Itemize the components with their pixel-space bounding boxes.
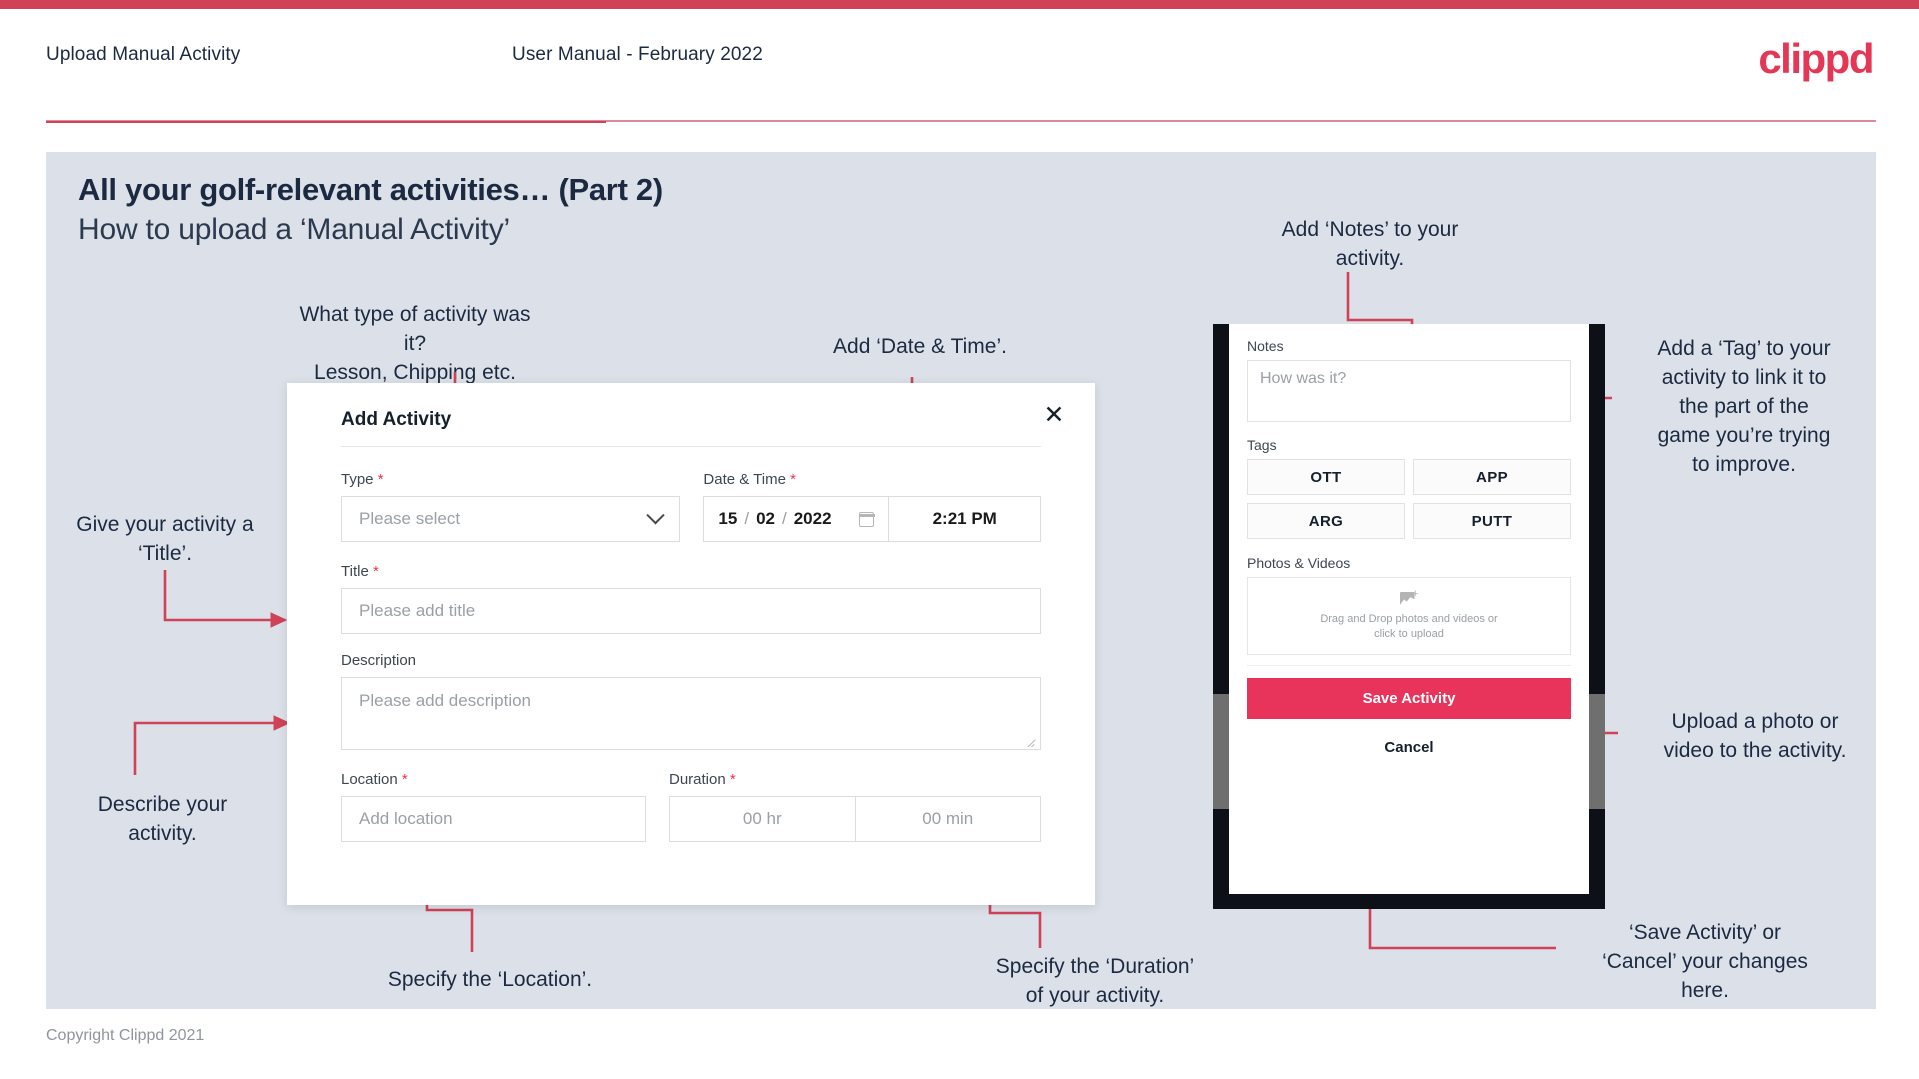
type-label: Type * [341,471,680,488]
calendar-icon[interactable] [858,511,875,527]
type-select[interactable]: Please select [341,496,681,542]
dropzone-line-2: click to upload [1374,627,1444,640]
location-label: Location * [341,771,646,788]
upload-dropzone[interactable]: + Drag and Drop photos and videos or cli… [1247,577,1571,655]
photos-videos-label: Photos & Videos [1247,555,1351,571]
add-activity-dialog: Add Activity ✕ Type * Please select Date… [287,383,1095,905]
description-field-group: Description Please add description [341,652,1041,750]
add-image-icon: + [1399,588,1419,607]
duration-minutes-input[interactable]: 00 min [856,797,1041,841]
date-day: 15 [718,509,738,528]
phone-mockup: Notes How was it? Tags OTT APP ARG PUTT … [1213,324,1605,909]
annotation-save-cancel: ‘Save Activity’ or ‘Cancel’ your changes… [1602,921,1808,1002]
location-placeholder: Add location [359,809,453,828]
phone-screen: Notes How was it? Tags OTT APP ARG PUTT … [1229,324,1589,894]
dropzone-line-1: Drag and Drop photos and videos or [1320,612,1498,625]
datetime-required-marker: * [790,471,796,488]
duration-hours-placeholder: 00 hr [742,809,782,828]
duration-minutes-placeholder: 00 min [922,809,974,828]
dialog-header: Add Activity ✕ [287,383,1095,445]
type-datetime-row: Type * Please select Date & Time * 15 / [341,471,1041,542]
annotation-datetime: Add ‘Date & Time’. [833,335,1007,358]
description-placeholder: Please add description [359,691,532,710]
description-label: Description [341,652,1041,669]
type-field-group: Type * Please select [341,471,681,542]
date-sep-1: / [744,509,750,528]
title-label: Title * [341,563,1041,580]
type-label-text: Type [341,471,374,488]
datetime-label-text: Date & Time [703,471,786,488]
footer-copyright: Copyright Clippd 2021 [46,1027,205,1044]
phone-left-edge [1213,324,1229,909]
location-required-marker: * [401,771,408,788]
annotation-duration: Specify the ‘Duration’ of your activity. [995,955,1195,1007]
duration-field-group: Duration * 00 hr 00 min [669,771,1041,842]
resize-handle-icon[interactable] [1027,737,1037,747]
annotation-upload: Upload a photo or video to the activity. [1663,710,1847,762]
dropzone-text: Drag and Drop photos and videos or click… [1320,612,1497,642]
duration-label: Duration * [669,771,1041,788]
title-placeholder: Please add title [359,601,476,620]
tags-label: Tags [1247,437,1277,453]
date-month: 02 [756,509,775,528]
page-subtitle: User Manual - February 2022 [512,44,763,65]
phone-right-edge [1589,324,1605,909]
type-required-marker: * [377,471,384,488]
tag-putt[interactable]: PUTT [1413,503,1571,539]
save-activity-button[interactable]: Save Activity [1247,678,1571,719]
description-textarea[interactable]: Please add description [341,677,1041,750]
notes-label: Notes [1247,338,1284,354]
location-duration-row: Location * Add location Duration * 00 hr [341,771,1041,842]
phone-divider [1247,665,1571,666]
dialog-divider [341,446,1041,447]
phone-form: Notes How was it? Tags OTT APP ARG PUTT … [1229,324,1589,756]
close-icon[interactable]: ✕ [1039,401,1069,431]
chevron-down-icon [646,505,666,524]
datetime-field-group: Date & Time * 15 / 02 / 2022 2:21 PM [703,471,1041,542]
datetime-label: Date & Time * [703,471,1041,488]
phone-volume-button-left [1213,694,1229,809]
date-year: 2022 [793,509,832,528]
duration-control: 00 hr 00 min [669,796,1041,842]
annotation-type: What type of activity was it? Lesson, Ch… [299,303,531,384]
tag-arg[interactable]: ARG [1247,503,1405,539]
time-value: 2:21 PM [932,509,997,528]
cancel-button[interactable]: Cancel [1247,739,1571,756]
header-divider [46,121,606,123]
page-title: Upload Manual Activity [46,44,241,65]
time-input[interactable]: 2:21 PM [889,497,1040,541]
title-field-group: Title * Please add title [341,563,1041,634]
annotation-tag: Add a ‘Tag’ to your activity to link it … [1657,337,1831,476]
notes-textarea[interactable]: How was it? [1247,360,1571,422]
type-placeholder: Please select [359,509,461,528]
duration-hours-input[interactable]: 00 hr [670,797,856,841]
notes-placeholder: How was it? [1260,370,1347,387]
slide-heading: All your golf-relevant activities… (Part… [78,172,663,207]
dialog-title: Add Activity [341,409,452,430]
title-required-marker: * [372,563,379,580]
annotation-notes: Add ‘Notes’ to your activity. [1281,218,1459,270]
datetime-control: 15 / 02 / 2022 2:21 PM [703,496,1041,542]
duration-label-text: Duration [669,771,726,788]
date-input[interactable]: 15 / 02 / 2022 [704,497,890,541]
top-accent-bar [0,0,1919,9]
slide-subheading: How to upload a ‘Manual Activity’ [78,213,510,246]
location-field-group: Location * Add location [341,771,646,842]
phone-volume-button-right [1589,694,1605,809]
title-input[interactable]: Please add title [341,588,1041,634]
date-sep-2: / [781,509,787,528]
title-label-text: Title [341,563,369,580]
clippd-logo: clippd [1758,35,1874,82]
annotation-describe: Describe your activity. [97,793,228,845]
annotation-location: Specify the ‘Location’. [387,968,593,991]
location-label-text: Location [341,771,398,788]
duration-required-marker: * [729,771,736,788]
tag-app[interactable]: APP [1413,459,1571,495]
tags-grid: OTT APP ARG PUTT [1247,459,1571,539]
annotation-title: Give your activity a ‘Title’. [76,513,254,565]
tag-ott[interactable]: OTT [1247,459,1405,495]
description-label-text: Description [341,652,417,669]
slide-page: Upload Manual Activity User Manual - Feb… [0,0,1919,1079]
location-input[interactable]: Add location [341,796,646,842]
